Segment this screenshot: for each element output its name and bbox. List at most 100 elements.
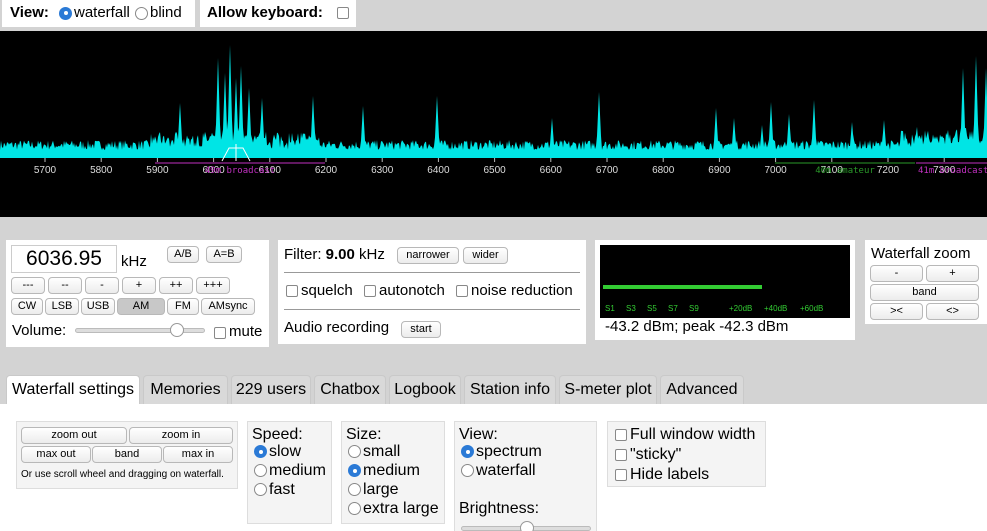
tab-advanced[interactable]: Advanced (660, 375, 744, 405)
freq-tick-label: 7200 (877, 165, 900, 176)
radio-icon[interactable] (348, 502, 361, 516)
s-meter-scale-label: +40dB (764, 304, 788, 313)
filter-option-label: autonotch (379, 282, 445, 299)
speed-box: Speed: slow medium fast (247, 421, 332, 524)
mode-button-amsync[interactable]: AMsync (201, 298, 255, 315)
narrower-button[interactable]: narrower (397, 247, 459, 264)
wider-button[interactable]: wider (463, 247, 508, 264)
speed-label: Speed: (252, 426, 303, 443)
view-waterfall-radio[interactable]: waterfall (59, 4, 130, 21)
waterfall-zoom-title: Waterfall zoom (871, 245, 971, 262)
size-box: Size: small medium large extra large (341, 421, 445, 524)
display-option[interactable]: Full window width (615, 426, 755, 444)
tab-s-meter-plot[interactable]: S-meter plot (559, 375, 657, 405)
allow-keyboard-checkbox[interactable] (337, 7, 349, 19)
checkbox-icon[interactable] (615, 448, 627, 461)
radio-large[interactable]: large (348, 481, 399, 499)
s-meter-scale-label: +20dB (729, 304, 753, 313)
zoom-out-button[interactable]: zoom out (21, 427, 127, 444)
tab-memories[interactable]: Memories (143, 375, 228, 405)
step-button[interactable]: - (85, 277, 119, 294)
display-option[interactable]: "sticky" (615, 446, 681, 464)
checkbox-icon[interactable] (364, 285, 376, 298)
filter-option-noise-reduction[interactable]: noise reduction (456, 282, 573, 299)
filter-option-squelch[interactable]: squelch (286, 282, 353, 299)
radio-waterfall-icon (59, 6, 72, 20)
radio-icon[interactable] (348, 445, 361, 459)
tab-waterfall-settings[interactable]: Waterfall settings (6, 375, 140, 405)
volume-slider-thumb[interactable] (170, 323, 185, 337)
zoom-minus-button[interactable]: - (870, 265, 923, 282)
radio-label: extra large (363, 500, 439, 517)
radio-small[interactable]: small (348, 443, 400, 461)
radio-icon[interactable] (254, 464, 267, 478)
tab-chatbox[interactable]: Chatbox (314, 375, 386, 405)
mode-button-usb[interactable]: USB (81, 298, 115, 315)
frequency-input[interactable]: 6036.95 (11, 245, 117, 273)
step-button[interactable]: --- (11, 277, 45, 294)
tuning-panel: 6036.95 kHz A/B A=B --- -- - + ++ +++ CW LSB US… (6, 240, 269, 347)
zoom-band-button[interactable]: band (870, 284, 979, 301)
radio-fast[interactable]: fast (254, 481, 295, 499)
checkbox-icon[interactable] (286, 285, 298, 298)
filter-label: Filter: 9.00 kHz (284, 246, 385, 263)
display-option[interactable]: Hide labels (615, 466, 709, 484)
radio-icon[interactable] (461, 445, 474, 459)
radio-waterfall[interactable]: waterfall (461, 462, 536, 480)
band-label: 49m broadcast (205, 166, 275, 176)
radio-icon[interactable] (348, 464, 361, 478)
checkbox-icon[interactable] (615, 468, 627, 481)
audio-recording-label: Audio recording (284, 319, 390, 336)
view-blind-radio[interactable]: blind (135, 4, 182, 21)
zoom-expand-button[interactable]: <> (926, 303, 979, 320)
tab-logbook[interactable]: Logbook (389, 375, 461, 405)
radio-icon[interactable] (254, 445, 267, 459)
max-in-button[interactable]: max in (163, 446, 233, 463)
step-button[interactable]: -- (48, 277, 82, 294)
checkbox-icon[interactable] (615, 428, 627, 441)
brightness-label: Brightness: (459, 500, 540, 517)
mute-label: mute (229, 323, 263, 340)
filter-title: Filter: (284, 246, 322, 263)
radio-icon[interactable] (348, 483, 361, 497)
a-equals-b-button[interactable]: A=B (206, 246, 242, 263)
radio-icon[interactable] (461, 464, 474, 478)
radio-extra-large[interactable]: extra large (348, 500, 439, 518)
volume-slider[interactable] (75, 323, 205, 337)
zoom-plus-button[interactable]: + (926, 265, 979, 282)
zoom-center-button[interactable]: >< (870, 303, 923, 320)
radio-icon[interactable] (254, 483, 267, 497)
mute-checkbox[interactable] (214, 327, 226, 339)
radio-spectrum[interactable]: spectrum (461, 443, 542, 461)
s-meter-scale-label: S7 (668, 304, 678, 313)
freq-tick-label: 6800 (652, 165, 675, 176)
freq-tick-label: 6200 (315, 165, 338, 176)
mode-button-cw[interactable]: CW (11, 298, 43, 315)
radio-medium[interactable]: medium (348, 462, 420, 480)
filter-option-autonotch[interactable]: autonotch (364, 282, 445, 299)
ab-button[interactable]: A/B (167, 246, 199, 263)
brightness-slider-thumb[interactable] (520, 521, 534, 531)
step-button[interactable]: +++ (196, 277, 230, 294)
radio-medium[interactable]: medium (254, 462, 326, 480)
divider (284, 272, 580, 273)
spectrum-display[interactable]: 5700 5800 5900 6000 6100 6200 6300 6400 6500 6600… (0, 31, 987, 217)
tab-station-info[interactable]: Station info (464, 375, 556, 405)
spectrum-svg[interactable]: 5700 5800 5900 6000 6100 6200 6300 6400 6500 6600… (0, 31, 987, 217)
mode-button-am[interactable]: AM (117, 298, 165, 315)
step-button[interactable]: ++ (159, 277, 193, 294)
zoom-in-button[interactable]: zoom in (129, 427, 233, 444)
tab-229-users[interactable]: 229 users (231, 375, 311, 405)
step-button[interactable]: + (122, 277, 156, 294)
max-out-button[interactable]: max out (21, 446, 91, 463)
record-start-button[interactable]: start (401, 321, 441, 338)
mode-button-lsb[interactable]: LSB (45, 298, 79, 315)
band-button[interactable]: band (92, 446, 162, 463)
radio-label: slow (269, 443, 302, 460)
radio-label: medium (363, 462, 420, 479)
brightness-slider[interactable] (461, 521, 591, 531)
filter-value: 9.00 (325, 246, 355, 263)
checkbox-icon[interactable] (456, 285, 468, 298)
mode-button-fm[interactable]: FM (167, 298, 199, 315)
radio-slow[interactable]: slow (254, 443, 301, 461)
